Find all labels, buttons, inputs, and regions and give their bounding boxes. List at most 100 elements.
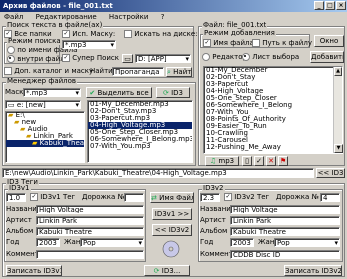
checkbox-empty-icon	[252, 39, 260, 47]
cd-icon	[160, 240, 182, 258]
id3v1-album-input[interactable]: Kabuki Theatre	[36, 227, 144, 236]
chevron-down-icon: ▾	[75, 89, 79, 97]
menu-settings[interactable]: Настройки	[109, 13, 149, 21]
check-icon: ✓	[62, 30, 70, 38]
use-mask-checkbox[interactable]: ✓ Исп. Маску:	[62, 30, 115, 38]
menu-help[interactable]: ?	[161, 13, 165, 21]
chevron-down-icon: ▾	[334, 239, 338, 247]
window-title: Архив файлов - file_001.txt	[3, 2, 113, 10]
file-name-label: Имя файла	[213, 39, 254, 47]
chevron-down-icon: ▾	[185, 55, 189, 63]
find-button-label: Найти	[173, 68, 192, 76]
write-id3v2-button[interactable]: Записать ID3v2	[284, 265, 342, 276]
chevron-down-icon: ▾	[75, 101, 79, 109]
delete-button[interactable]: ✕	[266, 156, 276, 166]
flag-icon: ⚑	[279, 157, 287, 165]
id3v1-track-label: Дорожка №	[82, 193, 125, 201]
id3v1-artist-label: Артист	[6, 216, 32, 224]
tree-node-selected[interactable]: ▰ Kabuki_Theatre	[6, 140, 84, 147]
inside-file-radio[interactable]: внутри файла	[7, 55, 69, 63]
id3v2-artist-label: Артист	[200, 216, 226, 224]
copy-v1-to-v2-button[interactable]: ID3v1 >>	[152, 208, 192, 220]
folder-open-icon: ▰	[26, 132, 32, 140]
checkbox-empty-icon	[4, 67, 12, 75]
id3v2-artist-input[interactable]: Linkin Park	[230, 216, 340, 225]
id3v1-year-label: Год	[6, 238, 20, 246]
search-mask-select[interactable]: *.mp3 ▾	[62, 40, 116, 49]
id3v1-year-input[interactable]: 2003	[36, 238, 60, 247]
drive-value: e: [new]	[16, 101, 46, 109]
id3v2-version: 2.3	[200, 193, 220, 202]
folder-icon: ▰	[32, 139, 38, 147]
folder-tree[interactable]: ▰ E:\ ▰ new ▰ Audio ▰ Linkin_Park ▰ Kabu…	[5, 111, 85, 163]
file-list-scrollbar[interactable]: ▲ ▼	[333, 67, 343, 153]
editor-radio[interactable]: Редактор	[202, 53, 247, 61]
manager-file-list[interactable]: 01-My_December.mp3 02-Don't_Stay.mp3 03-Pa…	[87, 100, 193, 163]
back-id3-button[interactable]: << ID3	[316, 168, 345, 178]
drive-select[interactable]: ▭ e: [new] ▾	[5, 100, 81, 109]
minimize-button[interactable]: _	[314, 1, 324, 10]
id3-bottom-label: ID3...	[161, 267, 181, 275]
mp3-button[interactable]: ♫ mp3	[205, 156, 239, 166]
scroll-up-icon[interactable]: ▲	[334, 67, 342, 76]
chevron-down-icon: ▾	[138, 239, 142, 247]
flag-button[interactable]: ⚑	[278, 156, 288, 166]
select-all-button[interactable]: ✔ Выделить все	[86, 87, 152, 98]
file-list-item[interactable]: 07-With_You.mp3	[88, 143, 192, 150]
super-search-label: Супер Поиск	[72, 54, 119, 62]
super-search-checkbox[interactable]: ✓ Супер Поиск	[62, 54, 119, 62]
file-list[interactable]: 01-My_December 02-Don't_Stay 03-Papercut 04…	[203, 66, 343, 154]
id3v1-track-input[interactable]	[124, 193, 144, 202]
id3v1-genre-select[interactable]: Pop ▾	[80, 238, 144, 247]
file-icon-button[interactable]: ▯	[242, 156, 252, 166]
id3v2-track-label: Дорожка №	[276, 193, 319, 201]
file-panel-title: Файл: file_001.txt	[202, 21, 268, 29]
id3v1-tag-checkbox[interactable]: ✓ ID3v1 Тег	[30, 193, 75, 201]
list-item[interactable]: 12-Pushing_Me_Away	[204, 144, 342, 151]
radio-icon	[202, 53, 210, 61]
check-mark-button[interactable]: ✓	[254, 156, 264, 166]
id3v2-album-input[interactable]: Kabuki Theatre	[230, 227, 340, 236]
add-button[interactable]: Добавить	[310, 51, 344, 63]
menu-edit[interactable]: Редактирование	[36, 13, 97, 21]
id3v1-comment-input[interactable]	[36, 250, 144, 259]
disk-picker-button[interactable]: ▭	[122, 54, 133, 63]
name-from-file-button[interactable]: ⇄ Имя Файл	[150, 192, 194, 203]
music-icon: ♫	[209, 157, 217, 165]
id3-bottom-button[interactable]: ⟳ ID3...	[144, 265, 190, 276]
radio-icon	[7, 46, 15, 54]
search-disk-checkbox[interactable]: Искать на диске:	[124, 30, 198, 38]
close-button[interactable]: ×	[336, 1, 346, 10]
search-group-title: Поиск текста в файле(ах)	[6, 21, 104, 29]
manager-mask-value: *.mp3	[26, 89, 48, 97]
copy-v2-to-v1-button[interactable]: << ID3v2	[152, 224, 192, 236]
path-to-file-checkbox[interactable]: Путь к файлу	[252, 39, 312, 47]
manager-mask-select[interactable]: *.mp3 ▾	[23, 88, 81, 97]
file-name-checkbox[interactable]: ✓ Имя файла	[203, 39, 254, 47]
check-mark-icon: ✓	[256, 157, 262, 165]
id3v2-track-input[interactable]: 4	[320, 193, 340, 202]
maximize-button[interactable]: □	[325, 1, 335, 10]
scroll-down-icon[interactable]: ▼	[334, 144, 343, 153]
write-id3v1-button[interactable]: Записать ID3v1	[6, 265, 62, 276]
chevron-down-icon: ▾	[110, 41, 114, 49]
radio-selected-icon	[7, 55, 15, 63]
id3v2-tag-checkbox[interactable]: ✓ ID3v2 Тег	[224, 193, 269, 201]
id3v1-artist-input[interactable]: Linkin Park	[36, 216, 144, 225]
manager-id3-button[interactable]: ⟳ ID3	[156, 87, 190, 98]
id3v2-year-input[interactable]: 2003	[230, 238, 254, 247]
id3v1-title-input[interactable]: High Voltage	[36, 205, 144, 214]
id3v2-comment-input[interactable]: CDDB Disc ID	[230, 250, 340, 259]
path-field[interactable]: E:\new\Audio\Linkin_Park\Kabuki_Theatre\…	[2, 168, 314, 178]
id3v1-title: ID3v1	[8, 184, 31, 192]
window-button[interactable]: Окно	[314, 35, 344, 47]
id3v2-title-input[interactable]: High Voltage	[230, 205, 340, 214]
find-button[interactable]: ⌕ Найти	[166, 67, 192, 77]
menu-file[interactable]: Файл	[4, 13, 23, 21]
extra-dir-checkbox[interactable]: Доп. каталог и маску	[4, 67, 93, 75]
id3v2-genre-select[interactable]: Pop ▾	[274, 238, 340, 247]
disk-select[interactable]: D: [APP] ▾	[135, 54, 191, 63]
find-input[interactable]: Пропаганда	[112, 67, 164, 76]
folder-open-icon: ▰	[20, 125, 26, 133]
file-list-radio[interactable]: Лист выбора	[242, 53, 299, 61]
